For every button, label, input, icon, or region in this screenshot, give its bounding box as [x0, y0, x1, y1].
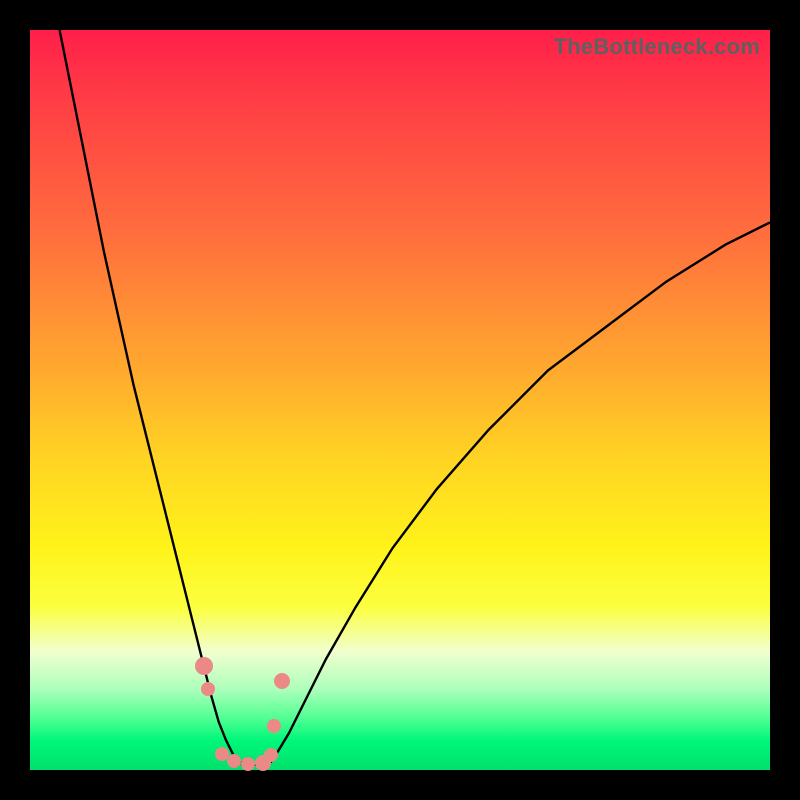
- plot-area: TheBottleneck.com: [30, 30, 770, 770]
- curve-left: [60, 30, 241, 763]
- curve-right: [271, 222, 771, 762]
- data-marker: [267, 719, 281, 733]
- data-marker: [201, 682, 215, 696]
- data-marker: [274, 673, 290, 689]
- data-marker: [264, 748, 278, 762]
- bottleneck-curve: [30, 30, 770, 770]
- chart-frame: TheBottleneck.com: [0, 0, 800, 800]
- data-marker: [227, 754, 241, 768]
